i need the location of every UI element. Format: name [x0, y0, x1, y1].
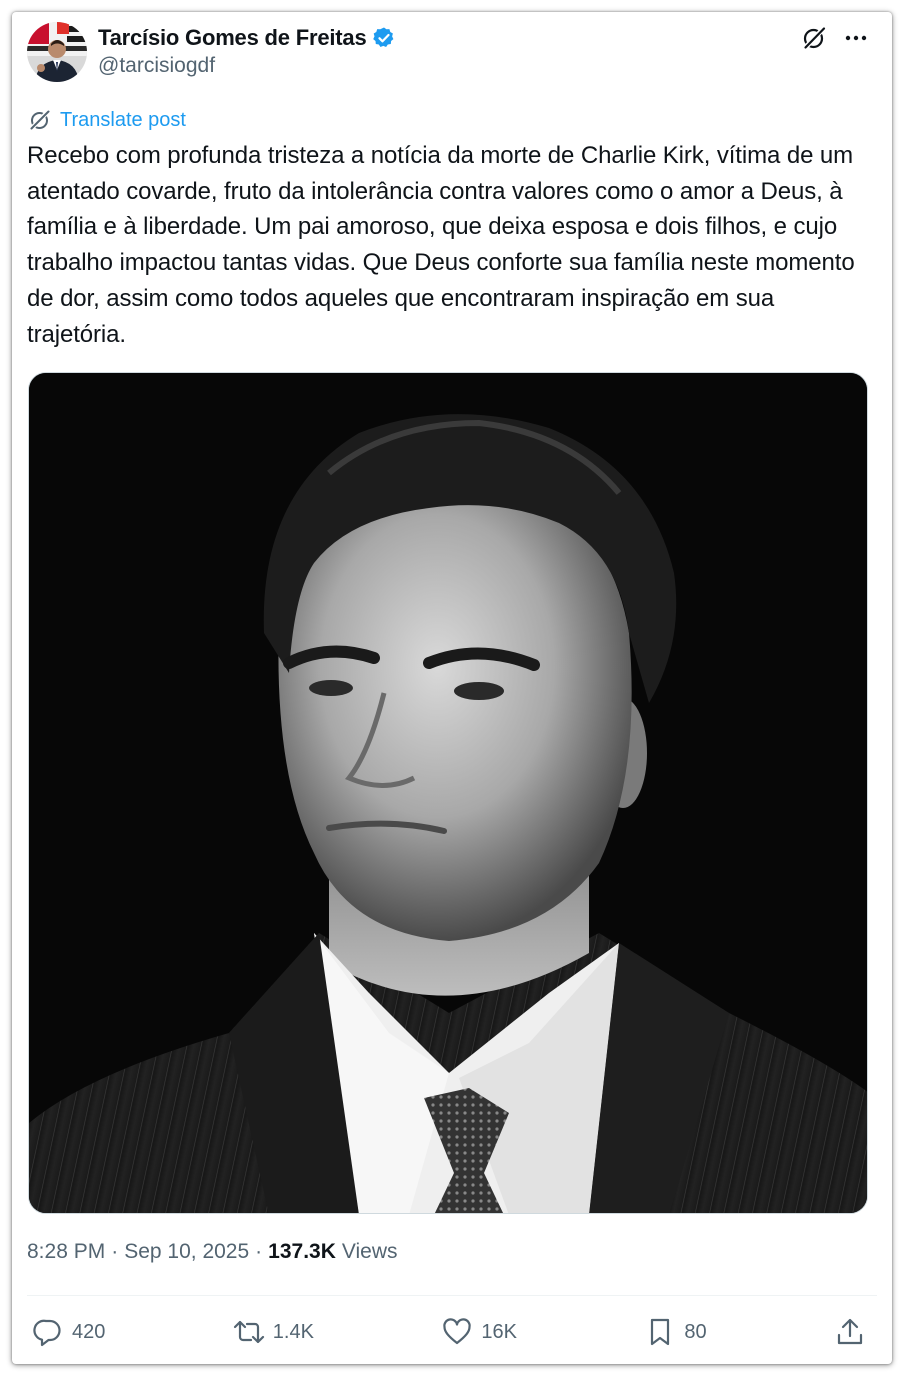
more-icon[interactable]: [842, 24, 870, 52]
share-button[interactable]: [834, 1316, 866, 1348]
header-actions: [800, 24, 870, 52]
divider: [27, 1295, 877, 1296]
post-card: Tarcísio Gomes de Freitas @tarcisiogdf T…: [12, 12, 892, 1364]
post-meta: 8:28 PM · Sep 10, 2025 · 137.3K Views: [27, 1240, 398, 1264]
bookmark-button[interactable]: 80: [644, 1316, 707, 1348]
author-handle[interactable]: @tarcisiogdf: [98, 54, 215, 78]
bookmark-count: 80: [684, 1320, 707, 1343]
repost-icon: [233, 1316, 265, 1348]
reply-count: 420: [72, 1320, 106, 1343]
views-label: Views: [341, 1240, 398, 1263]
post-time[interactable]: 8:28 PM: [27, 1240, 105, 1264]
author-name-row: Tarcísio Gomes de Freitas: [98, 24, 396, 52]
heart-icon: [441, 1316, 473, 1348]
translate-icon: [28, 108, 52, 132]
author-name[interactable]: Tarcísio Gomes de Freitas: [98, 25, 367, 51]
verified-badge-icon[interactable]: [372, 26, 396, 50]
repost-count: 1.4K: [272, 1320, 314, 1343]
like-count: 16K: [481, 1320, 517, 1343]
like-button[interactable]: 16K: [441, 1316, 517, 1348]
post-date[interactable]: Sep 10, 2025: [124, 1240, 249, 1264]
post-image[interactable]: [28, 372, 868, 1214]
post-text: Recebo com profunda tristeza a notícia d…: [27, 142, 855, 348]
translate-post-link[interactable]: Translate post: [28, 108, 186, 132]
grok-icon[interactable]: [800, 24, 828, 52]
repost-button[interactable]: 1.4K: [233, 1316, 314, 1348]
reply-button[interactable]: 420: [32, 1316, 105, 1348]
reply-icon: [32, 1316, 64, 1348]
meta-separator-2: ·: [255, 1240, 263, 1263]
translate-label[interactable]: Translate post: [60, 109, 186, 132]
avatar[interactable]: [27, 22, 87, 82]
views-count: 137.3K: [268, 1240, 336, 1263]
bookmark-icon: [644, 1316, 676, 1348]
meta-separator: ·: [111, 1240, 119, 1263]
action-bar: 420 1.4K 16K 80: [32, 1312, 866, 1352]
share-icon: [834, 1316, 866, 1348]
